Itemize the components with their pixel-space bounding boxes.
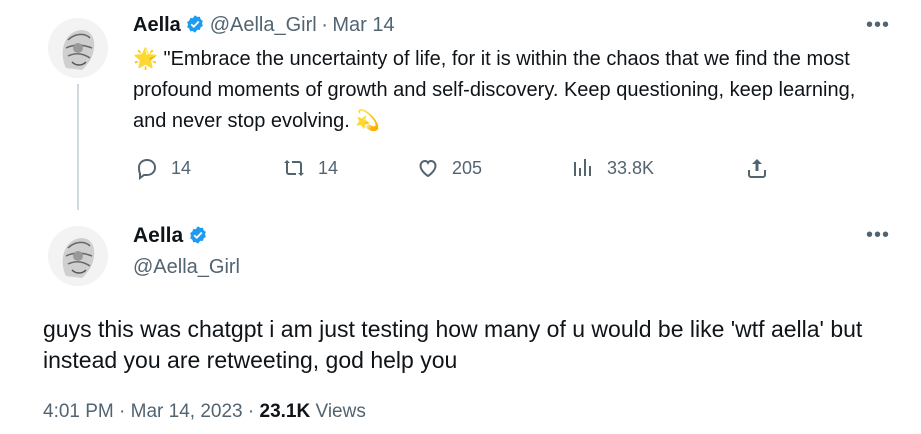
heart-icon xyxy=(419,159,437,178)
reply-icon xyxy=(137,158,157,180)
tweet-meta: 4:01 PM · Mar 14, 2023 · 23.1K Views xyxy=(43,401,366,423)
tweet-full-date[interactable]: Mar 14, 2023 xyxy=(131,401,243,422)
more-options-icon[interactable]: ••• xyxy=(866,224,890,247)
tweet2-author: Aella xyxy=(133,224,208,248)
views-count: 23.1K xyxy=(259,401,311,422)
tweet-date[interactable]: Mar 14 xyxy=(332,14,394,36)
verified-badge-icon xyxy=(188,225,208,245)
tweet1-header: Aella @Aella_Girl · Mar 14 xyxy=(133,14,395,37)
views-label: Views xyxy=(315,401,366,422)
analytics-icon xyxy=(574,159,591,176)
reply-count: 14 xyxy=(171,157,192,178)
more-options-icon[interactable]: ••• xyxy=(866,14,890,37)
avatar[interactable] xyxy=(48,226,108,286)
like-count: 205 xyxy=(452,157,483,178)
tweet-time[interactable]: 4:01 PM xyxy=(43,401,114,422)
author-handle[interactable]: @Aella_Girl xyxy=(210,14,317,36)
views-button[interactable]: 33.8K xyxy=(571,156,654,180)
tweet2-text: guys this was chatgpt i am just testing … xyxy=(43,316,863,373)
thread-line xyxy=(77,84,79,210)
like-button[interactable]: 205 xyxy=(416,156,482,180)
verified-badge-icon xyxy=(185,14,205,34)
author-handle[interactable]: @Aella_Girl xyxy=(133,256,240,279)
tweet1-text: 🌟 "Embrace the uncertainty of life, for … xyxy=(133,44,893,137)
share-button[interactable] xyxy=(745,156,769,180)
view-count: 33.8K xyxy=(607,157,655,178)
avatar-image xyxy=(48,226,108,286)
avatar-image xyxy=(48,18,108,78)
share-icon xyxy=(748,159,766,178)
author-name[interactable]: Aella xyxy=(133,224,183,247)
retweet-icon xyxy=(284,160,304,176)
avatar[interactable] xyxy=(48,18,108,78)
separator-dot: · xyxy=(321,14,328,36)
star-emoji-icon: 🌟 xyxy=(133,48,158,70)
meta-dot: · xyxy=(119,401,126,422)
author-name[interactable]: Aella xyxy=(133,14,181,36)
reply-button[interactable]: 14 xyxy=(135,156,191,180)
meta-dot: · xyxy=(247,401,255,422)
retweet-button[interactable]: 14 xyxy=(282,156,338,180)
retweet-count: 14 xyxy=(318,157,339,178)
tweet1-body: "Embrace the uncertainty of life, for it… xyxy=(133,48,856,132)
dizzy-emoji-icon: 💫 xyxy=(355,110,381,132)
